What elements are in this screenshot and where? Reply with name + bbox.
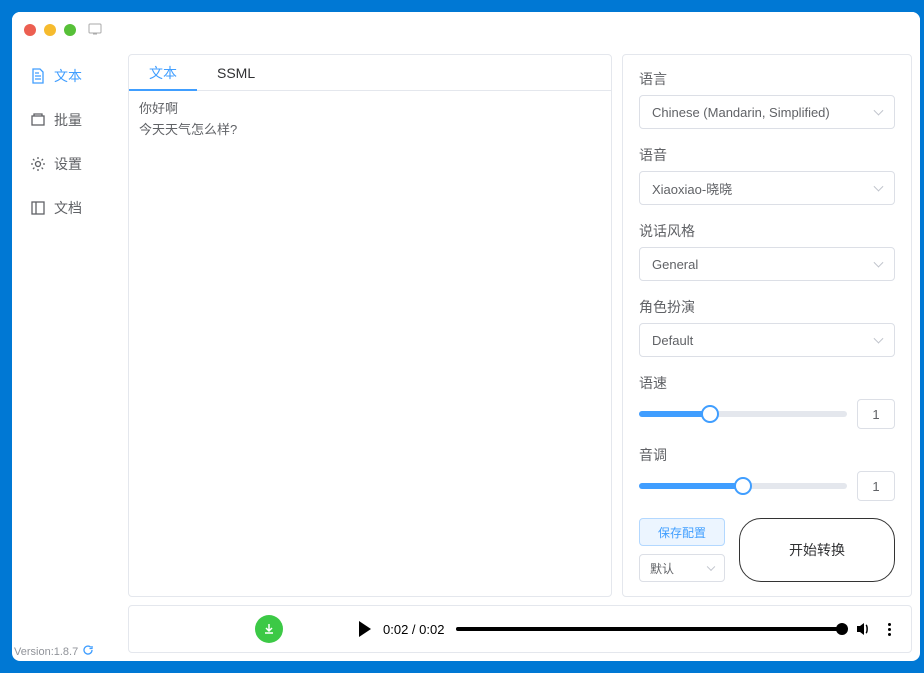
tab-text[interactable]: 文本 [129,55,197,90]
document-icon [30,68,46,84]
play-button[interactable] [359,621,371,637]
preset-select[interactable]: 默认 [639,554,725,582]
pitch-slider[interactable] [639,476,847,496]
language-select[interactable]: Chinese (Mandarin, Simplified) [639,95,895,129]
editor-tabs: 文本 SSML [129,55,611,91]
download-button[interactable] [255,615,283,643]
progress-bar[interactable] [456,627,842,631]
maximize-window-icon[interactable] [64,24,76,36]
voice-label: 语音 [639,145,895,165]
sidebar-item-text[interactable]: 文本 [12,54,122,98]
speed-value[interactable]: 1 [857,399,895,429]
editor-panel: 文本 SSML 你好啊 今天天气怎么样? [128,54,612,597]
sidebar: 文本 批量 设置 [12,48,122,661]
sidebar-item-label: 文档 [54,198,82,218]
gear-icon [30,156,46,172]
style-label: 说话风格 [639,221,895,241]
language-label: 语言 [639,69,895,89]
volume-icon[interactable] [854,620,872,638]
role-label: 角色扮演 [639,297,895,317]
time-display: 0:02 / 0:02 [383,622,444,637]
sidebar-item-label: 设置 [54,154,82,174]
style-select[interactable]: General [639,247,895,281]
sidebar-item-label: 文本 [54,66,82,86]
app-window: 文本 批量 设置 [12,12,920,661]
batch-icon [30,112,46,128]
pitch-value[interactable]: 1 [857,471,895,501]
titlebar-app-icon [88,23,102,38]
player-bar: 0:02 / 0:02 [128,605,912,653]
sidebar-item-settings[interactable]: 设置 [12,142,122,186]
convert-button[interactable]: 开始转换 [739,518,895,582]
sidebar-item-batch[interactable]: 批量 [12,98,122,142]
version-label: Version:1.8.7 [14,646,78,658]
speed-label: 语速 [639,373,895,393]
settings-panel: 语言 Chinese (Mandarin, Simplified) 语音 Xia… [622,54,912,597]
player-menu-icon[interactable] [884,619,895,640]
app-title: TTS-VUE [797,16,916,37]
pitch-label: 音调 [639,445,895,465]
minimize-window-icon[interactable] [44,24,56,36]
version-bar: Version:1.8.7 [14,644,94,659]
sidebar-item-docs[interactable]: 文档 [12,186,122,230]
save-config-button[interactable]: 保存配置 [639,518,725,546]
tab-ssml[interactable]: SSML [197,55,275,90]
refresh-icon[interactable] [82,644,94,659]
traffic-lights [24,24,76,36]
voice-select[interactable]: Xiaoxiao-晓晓 [639,171,895,205]
sidebar-item-label: 批量 [54,110,82,130]
role-select[interactable]: Default [639,323,895,357]
title-bar [12,12,920,48]
book-icon [30,200,46,216]
speed-slider[interactable] [639,404,847,424]
text-input[interactable]: 你好啊 今天天气怎么样? [129,91,611,596]
close-window-icon[interactable] [24,24,36,36]
